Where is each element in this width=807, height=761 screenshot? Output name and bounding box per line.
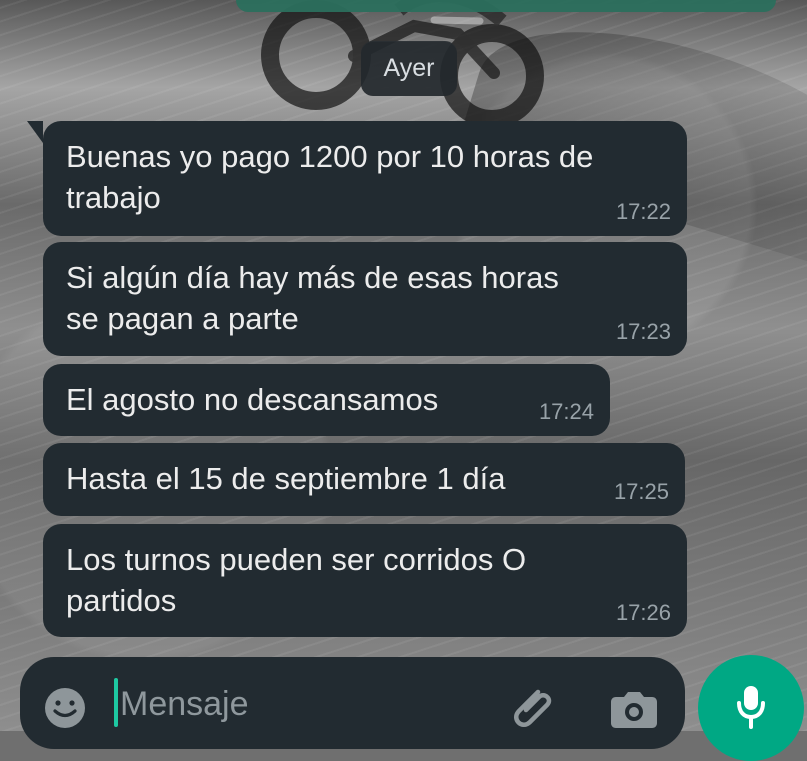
message-composer [20,657,685,749]
message-bubble: Si algún día hay más de esas horas se pa… [43,242,687,356]
text-cursor [114,678,118,727]
message-bubble: Hasta el 15 de septiembre 1 día 17:25 [43,443,685,516]
message-bubble: El agosto no descansamos 17:24 [43,364,610,436]
camera-icon [611,692,657,728]
camera-icon[interactable] [608,685,660,731]
top-bubble-fragment [236,0,776,12]
message-text: Si algún día hay más de esas horas se pa… [66,260,559,336]
message-text: Los turnos pueden ser corridos O partido… [66,542,527,618]
microphone-button[interactable] [698,655,804,761]
message-time: 17:22 [615,199,671,224]
smile-icon[interactable] [42,685,88,731]
message-input[interactable] [120,681,480,727]
date-separator: Ayer [361,41,457,96]
paperclip-icon[interactable] [508,682,560,734]
message-text: Buenas yo pago 1200 por 10 horas de trab… [66,139,594,215]
paperclip-icon [514,689,552,727]
message-bubble: Buenas yo pago 1200 por 10 horas de trab… [27,121,687,236]
message-text: El agosto no descansamos [66,382,439,417]
smile-icon [45,688,85,728]
message-time: 17:25 [613,479,669,504]
message-time: 17:23 [615,319,671,344]
message-time: 17:24 [538,399,594,424]
microphone-icon [737,686,765,729]
message-bubble: Los turnos pueden ser corridos O partido… [43,524,687,637]
message-time: 17:26 [615,600,671,625]
message-text: Hasta el 15 de septiembre 1 día [66,461,506,496]
